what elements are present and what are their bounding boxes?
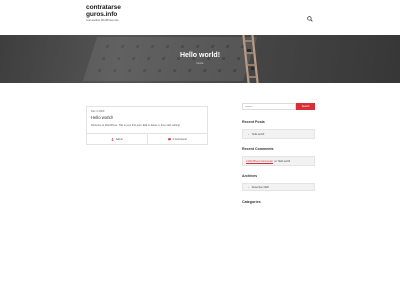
comment-post-link[interactable]: Hello world! xyxy=(278,160,291,163)
breadcrumb[interactable]: Home xyxy=(0,62,400,65)
chevron-right-icon: › xyxy=(248,132,249,136)
site-header: contratarse guros.info Just another Word… xyxy=(0,0,400,35)
recent-post-link[interactable]: Hello world! xyxy=(252,133,265,136)
post-excerpt: Welcome to WordPress. This is your first… xyxy=(91,124,180,127)
search-button[interactable]: Search xyxy=(296,103,315,110)
site-branding[interactable]: contratarse guros.info Just another Word… xyxy=(86,4,121,22)
comment-on-text: on xyxy=(274,159,277,163)
archives-title: Archives xyxy=(242,174,258,178)
search-icon[interactable] xyxy=(306,10,314,22)
recent-comments-title: Recent Comments xyxy=(242,147,274,151)
sidebar: Search Recent Posts › Hello world! Recen… xyxy=(242,103,315,204)
post-meta: Admin 1 Comments xyxy=(87,133,207,144)
post-comments[interactable]: 1 Comments xyxy=(146,134,208,144)
search-input[interactable] xyxy=(242,103,296,110)
ladder-image xyxy=(242,35,259,83)
recent-comment-item: A WordPress Commenter on Hello world! xyxy=(242,156,315,166)
user-icon xyxy=(110,137,114,141)
post-author-label[interactable]: Admin xyxy=(116,138,123,141)
site-title-line-1[interactable]: contratarse xyxy=(86,4,121,11)
site-title-line-2[interactable]: guros.info xyxy=(86,11,121,18)
comment-author-link[interactable]: A WordPress Commenter xyxy=(246,160,273,163)
page-hero: Hello world! Home xyxy=(0,35,400,83)
post-date[interactable]: Dec 2 2020 xyxy=(91,110,104,113)
archive-item[interactable]: › December 2020 xyxy=(242,183,315,191)
comment-icon xyxy=(167,137,171,141)
site-tagline: Just another WordPress site xyxy=(86,18,119,22)
post-title[interactable]: Hello world! xyxy=(91,115,113,120)
chevron-right-icon: › xyxy=(248,185,249,189)
recent-posts-title: Recent Posts xyxy=(242,120,265,124)
page-title: Hello world! xyxy=(179,52,221,59)
recent-post-item[interactable]: › Hello world! xyxy=(242,129,315,139)
post-comments-label[interactable]: 1 Comments xyxy=(173,138,187,141)
post-author[interactable]: Admin xyxy=(87,134,147,144)
hero-overlay xyxy=(0,35,400,83)
search-form: Search xyxy=(242,103,315,110)
categories-title: Categories xyxy=(242,200,261,204)
archive-link[interactable]: December 2020 xyxy=(252,186,269,189)
post-card: Dec 2 2020 Hello world! Welcome to WordP… xyxy=(86,106,208,145)
